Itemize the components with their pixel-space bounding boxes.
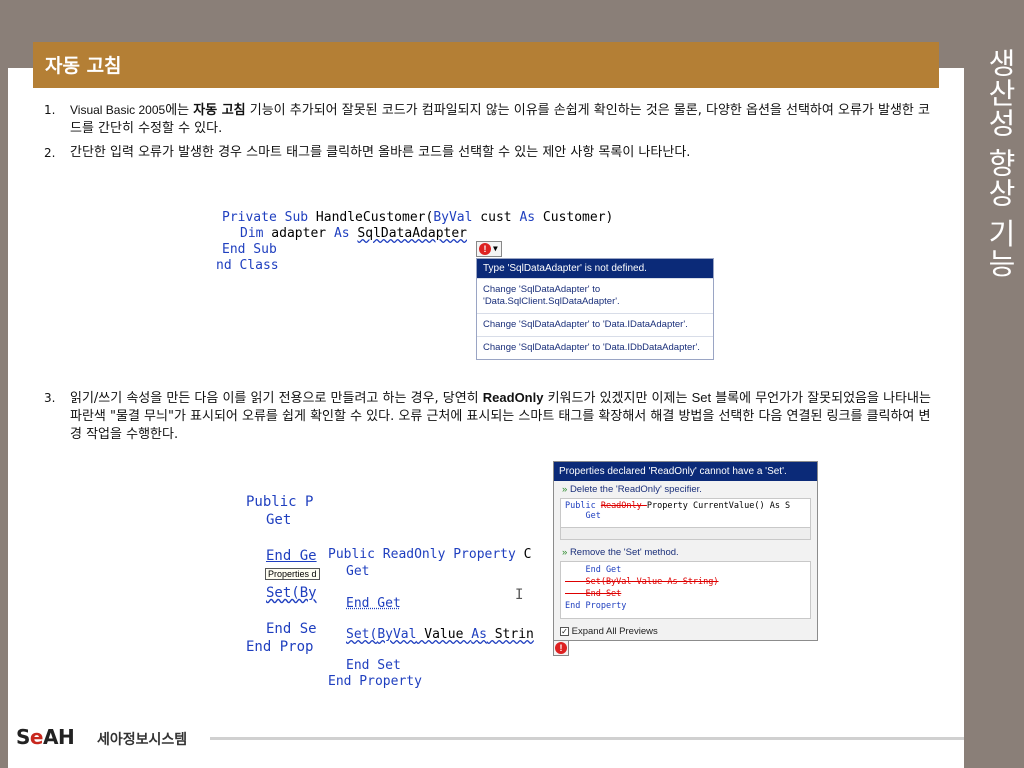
error-icon: ! (479, 243, 491, 255)
preview-2: End Get Set(ByVal Value As String) End S… (560, 561, 811, 619)
code-screenshot-front: Public ReadOnly Property C Get End Get S… (322, 543, 554, 695)
preview-1: Public ReadOnly Property CurrentValue() … (560, 498, 811, 528)
suggestion-list: Type 'SqlDataAdapter' is not defined. Ch… (476, 258, 714, 360)
company-logo: SeAH (16, 725, 75, 749)
suggestion-item[interactable]: Change 'SqlDataAdapter' to 'Data.SqlClie… (477, 278, 713, 313)
item-number: 3. (44, 391, 56, 405)
suggestion-item[interactable]: Change 'SqlDataAdapter' to 'Data.IDbData… (477, 336, 713, 359)
checkbox-icon: ✓ (560, 627, 569, 636)
item-text: 읽기/쓰기 속성을 만든 다음 이를 읽기 전용으로 만들려고 하는 경우, 당… (70, 390, 931, 442)
code-screenshot-1: Private Sub HandleCustomer(ByVal cust As… (216, 210, 718, 360)
slide-title: 자동 고침 (45, 55, 122, 77)
footer-divider (210, 737, 964, 740)
item-text: 간단한 입력 오류가 발생한 경우 스마트 태그를 클릭하면 올바른 코드를 선… (70, 145, 691, 160)
bullet-list-top: 1. Visual Basic 2005에는 자동 고침 기능이 추가되어 잘못… (44, 101, 934, 168)
title-bar: 자동 고침 (33, 42, 939, 88)
suggestion-item[interactable]: Change 'SqlDataAdapter' to 'Data.IDataAd… (477, 313, 713, 336)
expand-previews-checkbox[interactable]: ✓ Expand All Previews (560, 626, 658, 637)
panel-header: Properties declared 'ReadOnly' cannot ha… (554, 462, 817, 481)
option-remove-set[interactable]: » Remove the 'Set' method. (554, 544, 817, 561)
list-item: 1. Visual Basic 2005에는 자동 고침 기능이 추가되어 잘못… (44, 101, 934, 138)
item-number: 2. (44, 146, 56, 160)
smart-tag-button-2[interactable]: ! (553, 640, 569, 656)
bullet-list-bottom: 3. 읽기/쓰기 속성을 만든 다음 이를 읽기 전용으로 만들려고 하는 경우… (44, 389, 934, 450)
side-title: 생산성 향상 기능 (983, 48, 1017, 279)
list-item: 3. 읽기/쓰기 속성을 만든 다음 이를 읽기 전용으로 만들려고 하는 경우… (44, 389, 934, 444)
item-number: 1. (44, 103, 56, 117)
smart-tag-button[interactable]: ! ▼ (476, 241, 502, 257)
preview-scrollbar[interactable] (560, 528, 811, 540)
error-icon: ! (555, 642, 567, 654)
text-cursor-icon: I (515, 587, 524, 603)
chevron-down-icon: ▼ (493, 244, 498, 253)
error-correction-panel: Properties declared 'ReadOnly' cannot ha… (553, 461, 818, 641)
suggestion-header: Type 'SqlDataAdapter' is not defined. (477, 259, 713, 278)
arrow-icon: » (562, 484, 568, 495)
company-name: 세아정보시스템 (97, 732, 188, 748)
item-text: Visual Basic 2005에는 자동 고침 기능이 추가되어 잘못된 코… (70, 103, 930, 136)
option-delete-readonly[interactable]: » Delete the 'ReadOnly' specifier. (554, 481, 817, 498)
list-item: 2. 간단한 입력 오류가 발생한 경우 스마트 태그를 클릭하면 올바른 코드… (44, 144, 934, 162)
arrow-icon: » (562, 547, 568, 558)
